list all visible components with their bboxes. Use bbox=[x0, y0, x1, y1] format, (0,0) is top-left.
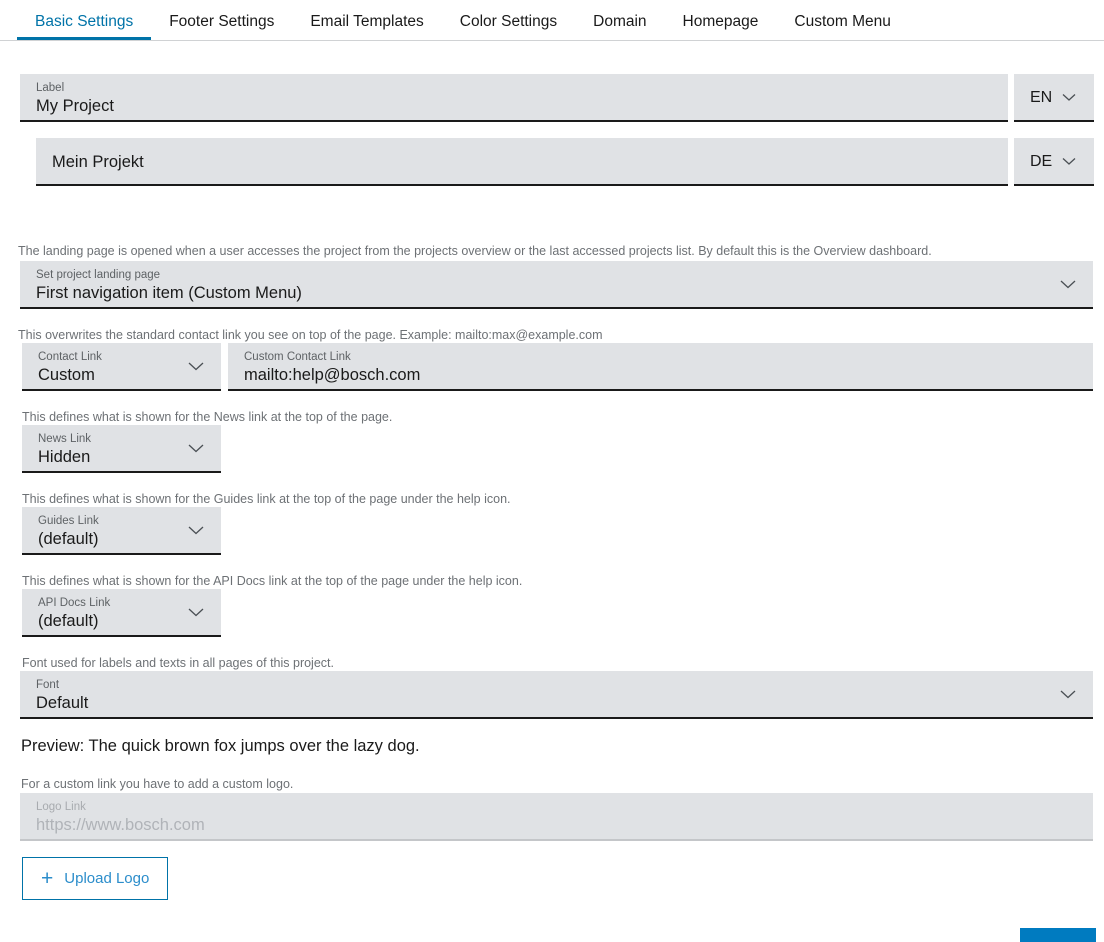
plus-icon: + bbox=[41, 867, 54, 890]
logo-link-input: Logo Link https://www.bosch.com bbox=[20, 793, 1093, 841]
contact-link-select[interactable]: Contact Link Custom bbox=[22, 343, 221, 391]
tab-label: Email Templates bbox=[310, 13, 424, 30]
upload-logo-button[interactable]: + Upload Logo bbox=[22, 857, 169, 900]
project-label-de-input[interactable]: Mein Projekt bbox=[36, 138, 1008, 186]
logo-link-label: Logo Link bbox=[36, 801, 86, 813]
contact-link-helper-text: This overwrites the standard contact lin… bbox=[18, 328, 603, 342]
font-preview-text: Preview: The quick brown fox jumps over … bbox=[21, 737, 420, 755]
tab-label: Custom Menu bbox=[794, 13, 891, 30]
tab-label: Basic Settings bbox=[35, 13, 134, 30]
custom-contact-link-input[interactable]: Custom Contact Link mailto:help@bosch.co… bbox=[228, 343, 1093, 391]
custom-contact-link-value: mailto:help@bosch.com bbox=[244, 366, 421, 384]
landing-page-value: First navigation item (Custom Menu) bbox=[36, 284, 302, 302]
basic-settings-page: Basic Settings Footer Settings Email Tem… bbox=[0, 0, 1104, 942]
font-select[interactable]: Font Default bbox=[20, 671, 1093, 719]
tab-footer-settings[interactable]: Footer Settings bbox=[151, 0, 292, 40]
landing-page-helper-text: The landing page is opened when a user a… bbox=[18, 244, 932, 258]
contact-link-label: Contact Link bbox=[38, 351, 102, 363]
logo-link-helper-text: For a custom link you have to add a cust… bbox=[21, 777, 294, 791]
project-label-en-input[interactable]: Label My Project bbox=[20, 74, 1008, 122]
language-select-en-value: EN bbox=[1030, 89, 1053, 106]
api-docs-link-value: (default) bbox=[38, 612, 99, 630]
tab-label: Color Settings bbox=[459, 13, 558, 30]
tab-label: Homepage bbox=[682, 13, 759, 30]
tab-color-settings[interactable]: Color Settings bbox=[442, 0, 575, 40]
language-select-de[interactable]: DE bbox=[1014, 138, 1094, 186]
font-value: Default bbox=[36, 694, 89, 712]
api-docs-link-select[interactable]: API Docs Link (default) bbox=[22, 589, 221, 637]
settings-tab-bar: Basic Settings Footer Settings Email Tem… bbox=[0, 0, 1104, 41]
guides-link-helper-text: This defines what is shown for the Guide… bbox=[22, 492, 511, 506]
project-label-en-value: My Project bbox=[36, 97, 114, 115]
tab-basic-settings[interactable]: Basic Settings bbox=[17, 0, 152, 40]
guides-link-value: (default) bbox=[38, 530, 99, 548]
api-docs-link-label: API Docs Link bbox=[38, 597, 111, 609]
project-label-de-value: Mein Projekt bbox=[52, 153, 144, 171]
contact-link-value: Custom bbox=[38, 366, 95, 384]
news-link-helper-text: This defines what is shown for the News … bbox=[22, 410, 393, 424]
tab-label: Footer Settings bbox=[169, 13, 275, 30]
news-link-value: Hidden bbox=[38, 448, 91, 466]
language-select-de-value: DE bbox=[1030, 153, 1053, 170]
logo-link-value: https://www.bosch.com bbox=[36, 816, 205, 834]
landing-page-select[interactable]: Set project landing page First navigatio… bbox=[20, 261, 1093, 309]
project-label-en-label: Label bbox=[36, 82, 65, 94]
tab-homepage[interactable]: Homepage bbox=[665, 0, 777, 40]
api-docs-link-helper-text: This defines what is shown for the API D… bbox=[22, 574, 523, 588]
guides-link-select[interactable]: Guides Link (default) bbox=[22, 507, 221, 555]
landing-page-label: Set project landing page bbox=[36, 269, 161, 281]
font-label: Font bbox=[36, 679, 60, 691]
guides-link-label: Guides Link bbox=[38, 515, 99, 527]
upload-logo-label: Upload Logo bbox=[64, 870, 150, 887]
tab-custom-menu[interactable]: Custom Menu bbox=[776, 0, 908, 40]
news-link-label: News Link bbox=[38, 433, 92, 445]
tab-email-templates[interactable]: Email Templates bbox=[292, 0, 441, 40]
language-select-en[interactable]: EN bbox=[1014, 74, 1094, 122]
news-link-select[interactable]: News Link Hidden bbox=[22, 425, 221, 473]
font-helper-text: Font used for labels and texts in all pa… bbox=[22, 656, 334, 670]
tab-label: Domain bbox=[593, 13, 647, 30]
tab-domain[interactable]: Domain bbox=[575, 0, 664, 40]
save-button[interactable]: Save bbox=[1020, 928, 1096, 942]
custom-contact-link-label: Custom Contact Link bbox=[244, 351, 351, 363]
